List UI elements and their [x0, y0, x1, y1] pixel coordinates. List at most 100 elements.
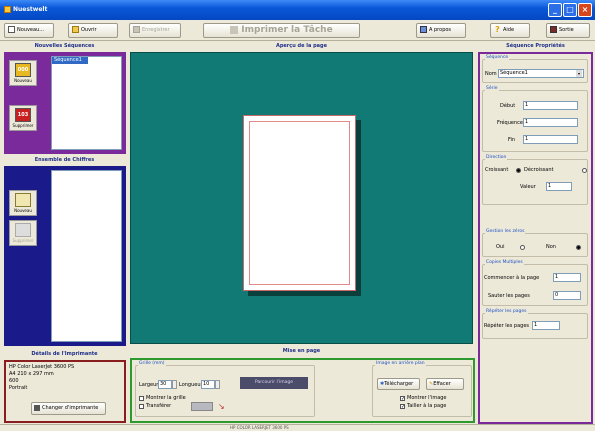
printer-icon: [34, 404, 40, 411]
folder-icon: [72, 26, 79, 33]
help-button[interactable]: ? Aide: [490, 23, 530, 38]
delete-sequence-icon: 103: [15, 108, 31, 122]
numbers-list[interactable]: [51, 170, 122, 342]
minimize-button[interactable]: _: [548, 3, 562, 17]
open-button[interactable]: Ouvrir: [68, 23, 118, 38]
resolution: 600: [9, 378, 19, 384]
orientation: Portrait: [9, 385, 28, 391]
fit-page-label: Tailler à la page: [407, 403, 447, 409]
start-input[interactable]: 1: [523, 101, 578, 110]
yes-label: Oui: [496, 244, 505, 250]
about-button[interactable]: A propos: [416, 23, 466, 38]
new-sequence-icon: 000: [15, 63, 31, 77]
numbers-panel: Nouveau Supprimer: [4, 166, 126, 346]
title-bar: Nuestwelt: [0, 0, 595, 20]
sequence-list[interactable]: Séquence1: [51, 56, 122, 150]
skip-pages-input[interactable]: 0: [553, 291, 581, 300]
show-grid-checkbox[interactable]: [139, 396, 144, 401]
series-legend: Série: [485, 86, 499, 91]
show-image-label: Montrer l'image: [407, 395, 447, 401]
new-number-set-button[interactable]: Nouveau: [9, 190, 37, 216]
chevron-down-icon[interactable]: ▾: [576, 70, 582, 77]
transparent-checkbox[interactable]: [139, 404, 144, 409]
no-radio[interactable]: [576, 245, 581, 250]
repeat-pages-input[interactable]: 1: [532, 321, 560, 330]
arrow-icon[interactable]: ↘: [218, 402, 228, 412]
properties-panel: Séquence Nom Séquence1 ▾ Série Début 1 Fr…: [478, 52, 593, 424]
background-image-legend: Image en arrière plan: [375, 361, 426, 366]
preview-area: [130, 52, 473, 344]
list-item[interactable]: Séquence1: [52, 57, 88, 64]
printer-header: Détails de l'Imprimante: [31, 351, 98, 357]
print-task-button[interactable]: Imprimer la Tâche: [203, 23, 360, 38]
app-icon: [4, 6, 11, 13]
fit-page-checkbox[interactable]: ✓: [400, 404, 405, 410]
length-input[interactable]: 10: [201, 380, 215, 389]
repeat-pages-label: Répéter les pages: [484, 323, 530, 329]
new-button[interactable]: Nouveau...: [4, 23, 54, 38]
new-file-icon: [8, 26, 15, 33]
end-label: Fin: [508, 137, 516, 143]
skip-pages-label: Sauter les pages: [488, 293, 530, 299]
printer-icon: [230, 25, 239, 34]
load-image-button[interactable]: ✱Télécharger: [377, 378, 420, 390]
layout-header: Mise en page: [282, 348, 321, 354]
printer-panel: HP Color LaserJet 3600 PS A4 210 x 297 m…: [4, 360, 126, 423]
transparent-label: Transférer: [146, 403, 172, 409]
delete-number-set-button[interactable]: Supprimer: [9, 220, 37, 246]
length-spinner[interactable]: [215, 380, 220, 389]
change-printer-button[interactable]: Changer d'imprimante: [31, 402, 106, 415]
sequences-panel: Séquence1 000 Nouveau 103 Supprimer: [4, 52, 126, 154]
close-button[interactable]: ×: [578, 3, 592, 17]
status-text: HP COLOR LASERJET 3600 PS: [230, 425, 289, 430]
width-input[interactable]: 30: [158, 380, 172, 389]
new-sequence-button[interactable]: 000 Nouveau: [9, 60, 37, 86]
decreasing-radio[interactable]: [582, 168, 587, 173]
layout-panel: Grille (mm) Largeur 30 Longueur 10 Parco…: [130, 358, 475, 423]
save-icon: [133, 26, 140, 33]
width-spinner[interactable]: [172, 380, 177, 389]
no-label: Non: [546, 244, 556, 250]
copies-legend: Copies Multiples: [485, 260, 524, 265]
width-label: Largeur: [139, 382, 159, 388]
repeat-legend: Répéter les pages: [485, 309, 528, 314]
zeros-legend: Gestion les zéros: [485, 229, 526, 234]
save-button[interactable]: Enregistrer: [129, 23, 181, 38]
name-label: Nom: [485, 71, 497, 77]
printer-name: HP Color LaserJet 3600 PS: [9, 364, 75, 370]
disk-icon: [15, 223, 31, 237]
browse-image-button[interactable]: Parcourir l'image: [240, 377, 308, 389]
decreasing-label: Décroissant: [524, 167, 554, 173]
grid-legend: Grille (mm): [138, 361, 166, 366]
delete-sequence-button[interactable]: 103 Supprimer: [9, 105, 37, 131]
yes-radio[interactable]: [520, 245, 525, 250]
increasing-radio[interactable]: [516, 168, 521, 173]
background-image-group: [372, 365, 472, 417]
wizard-icon: [15, 193, 31, 207]
exit-button[interactable]: Sortie: [546, 23, 590, 38]
value-input[interactable]: 1: [546, 182, 572, 191]
start-page-label: Commencer à la page: [484, 275, 540, 281]
maximize-button[interactable]: □: [563, 3, 577, 17]
color-swatch[interactable]: [191, 402, 213, 411]
end-input[interactable]: 1: [523, 135, 578, 144]
direction-legend: Direction: [485, 155, 508, 160]
show-grid-label: Montrer la grille: [146, 395, 186, 401]
start-label: Début: [500, 103, 516, 109]
start-page-input[interactable]: 1: [553, 273, 581, 282]
step-label: Fréquence: [497, 120, 523, 126]
name-select[interactable]: Séquence1 ▾: [498, 69, 584, 78]
direction-group: [482, 159, 588, 205]
sequence-legend: Séquence: [485, 55, 510, 60]
sequences-header: Nouvelles Séquences: [34, 43, 95, 49]
value-label: Valeur: [520, 184, 536, 190]
help-icon: ?: [495, 25, 500, 34]
step-input[interactable]: 1: [523, 118, 578, 127]
page-margin: [249, 121, 350, 285]
show-image-checkbox[interactable]: ✓: [400, 396, 405, 402]
clear-image-button[interactable]: ✎Effacer: [426, 378, 464, 390]
window-title: Nuestwelt: [13, 6, 48, 13]
numbers-header: Ensemble de Chiffres: [34, 157, 95, 163]
status-bar: HP COLOR LASERJET 3600 PS: [0, 424, 595, 430]
exit-icon: [550, 26, 557, 33]
